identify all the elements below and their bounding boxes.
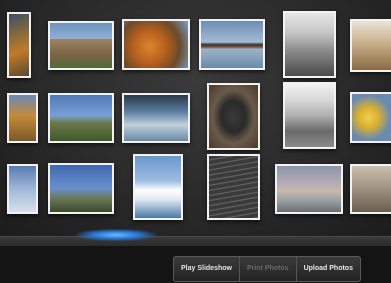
photo-thumbnail-handwritten-letter[interactable] [207,154,260,220]
photo-thumbnail-winter-trees[interactable] [7,164,38,214]
horizontal-scroll-thumb[interactable] [76,229,156,241]
photo-actions-button-group: Play Slideshow Print Photos Upload Photo… [173,256,361,282]
play-slideshow-button[interactable]: Play Slideshow [174,257,239,281]
photo-thumbnail-lake-pier[interactable] [122,93,190,143]
photo-thumbnail-blue-sky-bush[interactable] [48,163,114,214]
photo-thumbnail-sky-shrubs[interactable] [48,93,114,143]
photo-thumbnail-orange-shrub[interactable] [7,93,38,143]
photo-thumbnail-lake-boathouse[interactable] [199,19,265,70]
photo-thumbnail-rainbow[interactable] [275,164,343,214]
photo-browser-stage [0,0,391,236]
photo-thumbnail-domed-building[interactable] [283,82,336,149]
photo-thumbnail-aqueduct[interactable] [48,21,114,70]
photo-thumbnail-sailboat[interactable] [133,154,183,220]
photo-thumbnail-autumn-foliage[interactable] [122,19,190,70]
upload-photos-button[interactable]: Upload Photos [295,257,360,281]
print-photos-button[interactable]: Print Photos [238,257,296,281]
photo-thumbnail-chalkboard-sign[interactable] [207,83,260,150]
photo-thumbnail-couple-bench[interactable] [283,11,336,78]
photo-thumbnail-wooden-deck[interactable] [350,19,391,72]
photo-thumbnail-stone-archway[interactable] [350,164,391,214]
photo-thumbnail-autumn-tree-edge[interactable] [7,12,31,78]
photo-thumbnail-yellow-flower[interactable] [350,92,391,143]
